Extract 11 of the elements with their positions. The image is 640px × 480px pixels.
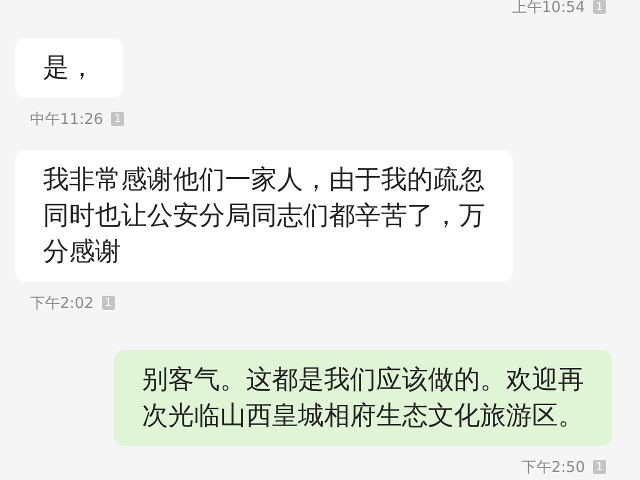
- message-time: 下午2:02: [30, 294, 94, 312]
- message-time: 下午2:50: [521, 458, 585, 476]
- message-bubble: 是，: [15, 38, 123, 98]
- read-receipt-icon: 1: [111, 112, 124, 126]
- message-time: 中午11:26: [30, 110, 104, 128]
- read-receipt-icon: 1: [102, 296, 115, 310]
- read-receipt-icon: 1: [593, 460, 606, 474]
- message-time: 上午10:54: [512, 0, 585, 16]
- read-receipt-icon: 1: [593, 0, 606, 14]
- message-bubble: 别客气。这都是我们应该做的。欢迎再 次光临山西皇城相府生态文化旅游区。: [114, 350, 612, 446]
- message-bubble: 我非常感谢他们一家人，由于我的疏忽 同时也让公安分局同志们都辛苦了，万 分感谢: [15, 150, 513, 282]
